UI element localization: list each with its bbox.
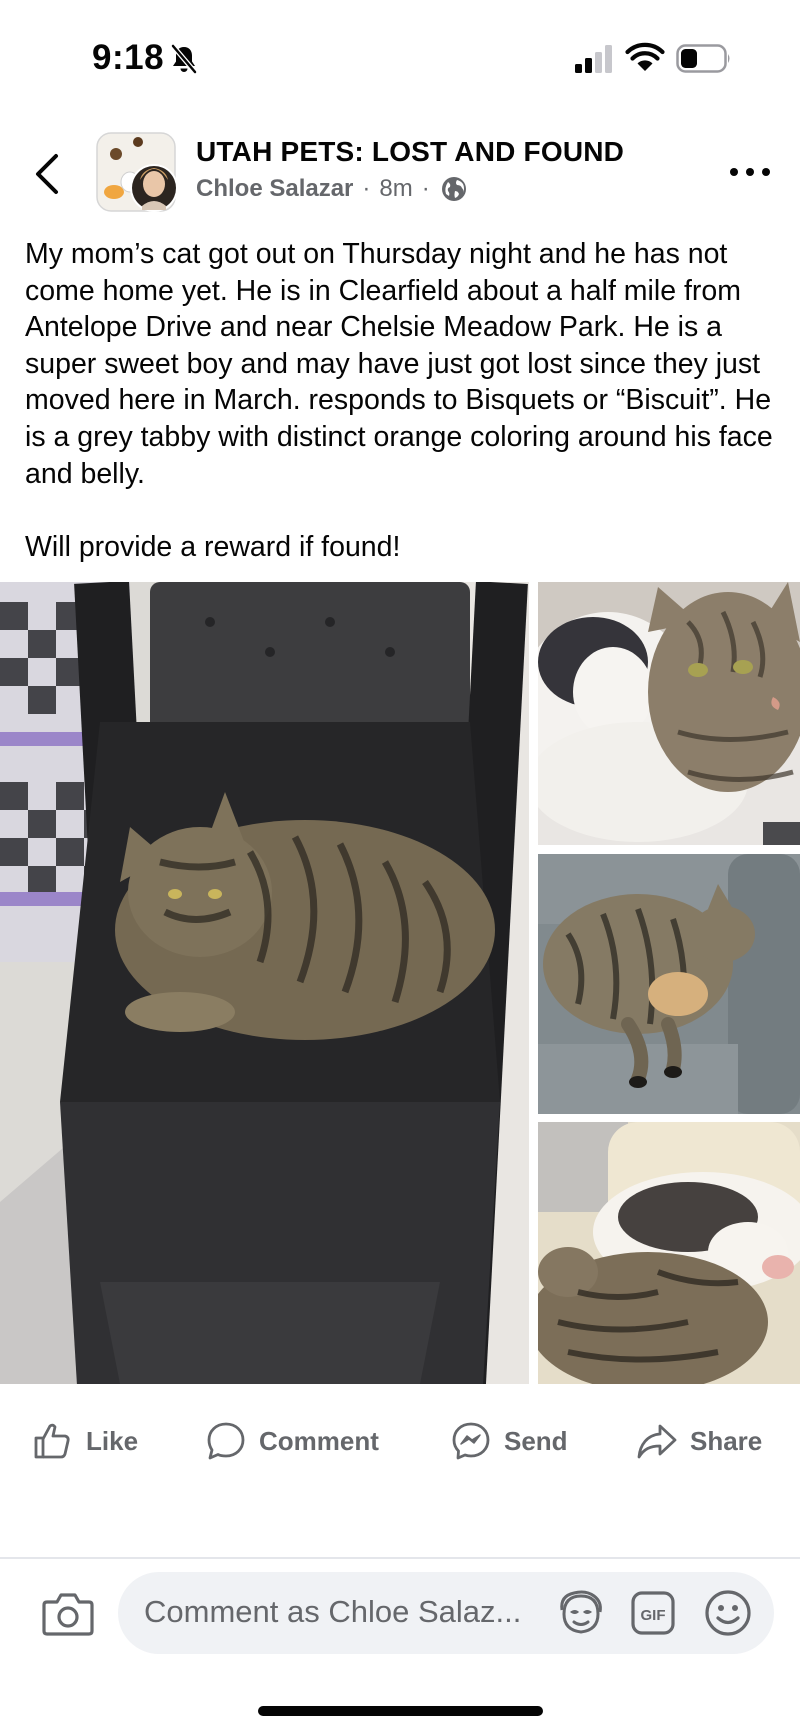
post-text: My mom’s cat got out on Thursday night a…	[25, 236, 785, 565]
send-button[interactable]: Send	[450, 1412, 568, 1470]
post-header: UTAH PETS: LOST AND FOUND Chloe Salazar …	[0, 118, 800, 228]
post-paragraph: Will provide a reward if found!	[25, 530, 401, 563]
author-name[interactable]: Chloe Salazar	[196, 175, 353, 203]
group-name[interactable]: UTAH PETS: LOST AND FOUND	[196, 136, 624, 168]
cats-curled-image	[538, 1122, 800, 1384]
meta-separator: ·	[362, 175, 371, 202]
photo-cats-cuddling[interactable]	[538, 582, 800, 845]
post-time[interactable]: 8m	[379, 175, 412, 203]
share-button[interactable]: Share	[636, 1412, 762, 1470]
globe-icon	[441, 177, 466, 201]
like-label: Like	[86, 1425, 139, 1456]
comment-button[interactable]: Comment	[205, 1412, 379, 1470]
camera-icon[interactable]	[42, 1590, 94, 1636]
photo-cat-sleeping-on-sofa[interactable]	[538, 854, 800, 1114]
send-label: Send	[504, 1425, 568, 1456]
bell-slash-icon	[171, 44, 197, 74]
photo-cats-curled-together[interactable]	[538, 1122, 800, 1384]
svg-text:GIF: GIF	[641, 1607, 666, 1624]
status-bar: 9:18	[0, 0, 800, 118]
messenger-icon	[452, 1422, 490, 1460]
divider	[0, 1557, 800, 1559]
thumbs-up-icon	[34, 1423, 70, 1459]
like-button[interactable]: Like	[32, 1412, 138, 1470]
status-time: 9:18	[92, 38, 165, 77]
share-label: Share	[690, 1425, 763, 1456]
tabby-cat-image	[0, 582, 529, 1384]
wifi-icon	[625, 42, 665, 71]
photo-grid	[0, 582, 800, 1384]
post-paragraph: My mom’s cat got out on Thursday night a…	[25, 238, 773, 490]
battery-icon	[676, 44, 730, 73]
post-actions: Like Comment Send Share	[0, 1412, 800, 1470]
chevron-left-icon[interactable]	[30, 150, 66, 198]
cats-cuddling-image	[538, 582, 800, 845]
comment-bubble-icon	[207, 1422, 245, 1460]
cellular-signal-icon	[575, 45, 612, 73]
gif-icon[interactable]: GIF	[630, 1590, 676, 1636]
photo-tabby-cat-on-chair[interactable]	[0, 582, 529, 1384]
comment-input[interactable]: Comment as Chloe Salaz... GIF	[118, 1572, 774, 1654]
more-horizontal-icon[interactable]	[728, 162, 772, 182]
meta-separator: ·	[421, 175, 430, 202]
cat-sleeping-image	[538, 854, 800, 1114]
comment-placeholder: Comment as Chloe Salaz...	[144, 1594, 522, 1629]
share-arrow-icon	[637, 1424, 677, 1459]
emoji-icon[interactable]	[704, 1589, 752, 1637]
home-indicator	[258, 1706, 543, 1716]
post-meta: Chloe Salazar · 8m ·	[196, 175, 467, 203]
comment-label: Comment	[259, 1425, 379, 1456]
group-avatar[interactable]	[96, 132, 180, 216]
avatar-sticker-icon[interactable]	[556, 1588, 606, 1638]
